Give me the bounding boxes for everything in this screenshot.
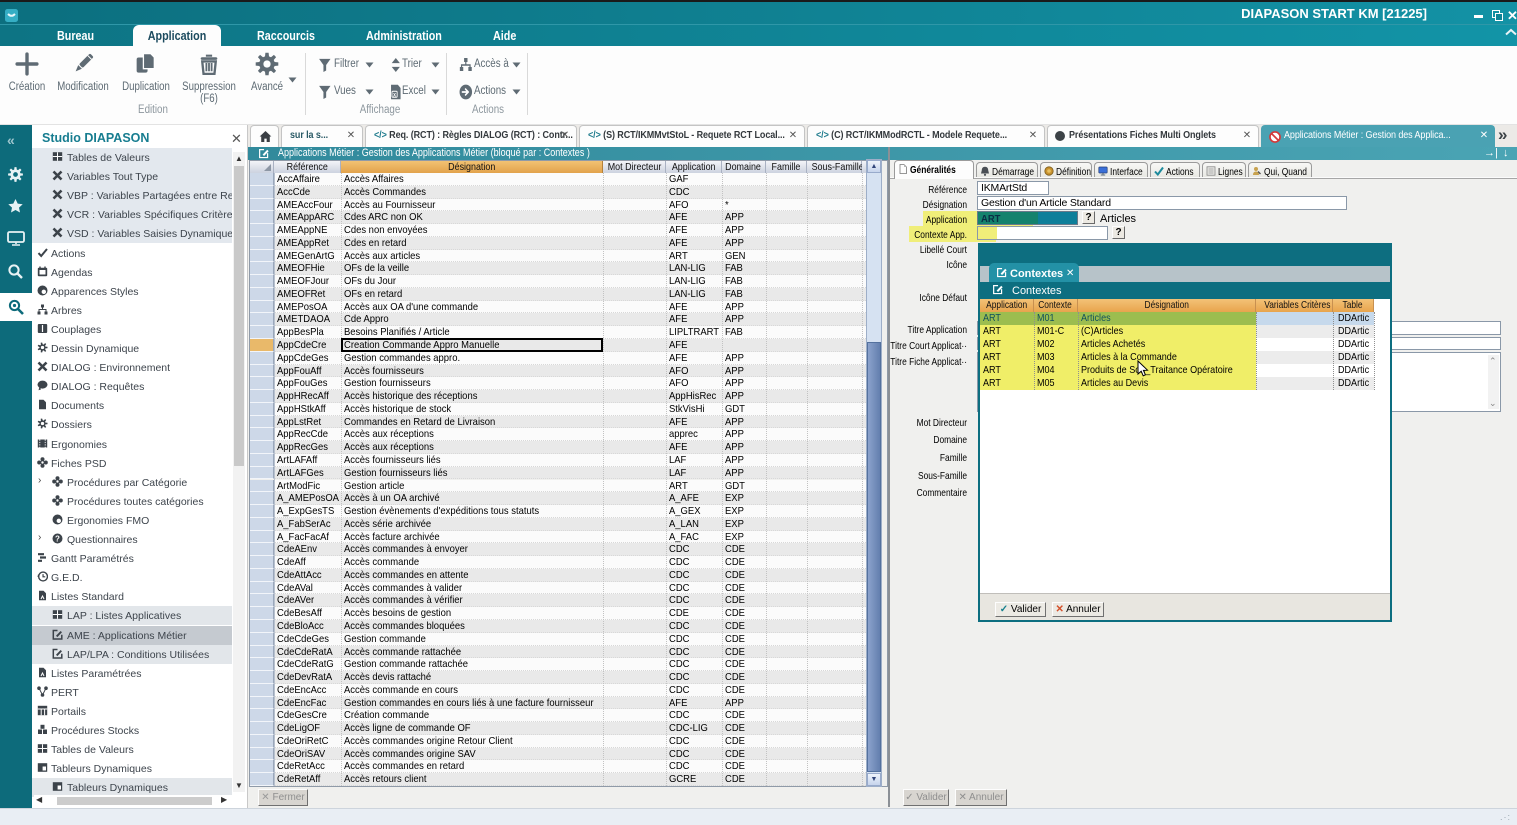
svg-text:?: ? <box>55 535 60 544</box>
